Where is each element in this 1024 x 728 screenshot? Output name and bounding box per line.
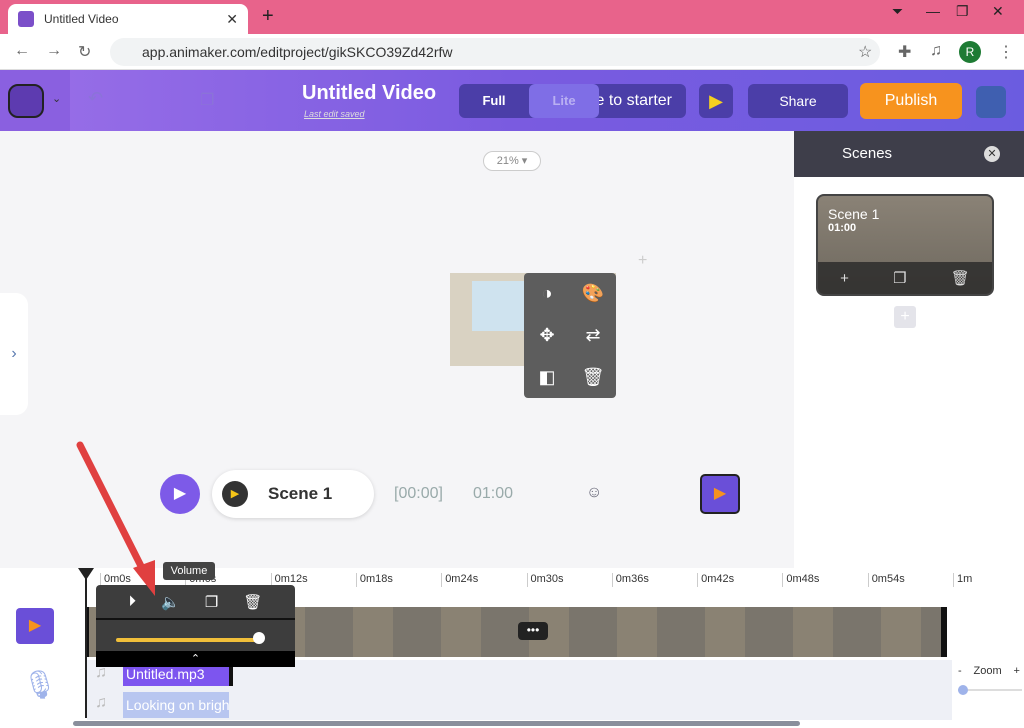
duplicate-icon[interactable]: ❐ xyxy=(200,90,214,110)
last-saved-link[interactable]: Last edit saved xyxy=(304,109,365,119)
scene-card[interactable]: Scene 1 01:00 + ❐ 🗑 xyxy=(816,194,994,296)
clip-options-popup: ⏵ 🔈 ❐ 🗑 ⌃ xyxy=(96,585,295,667)
mode-full[interactable]: Full xyxy=(459,84,529,118)
new-tab-button[interactable]: + xyxy=(262,5,274,28)
browser-tab-bar: Untitled Video ✕ + ⏷ — ❐ ✕ xyxy=(0,0,1024,34)
menu-icon[interactable]: ⋮ xyxy=(998,42,1014,62)
share-button[interactable]: Share xyxy=(748,84,848,118)
duplicate-icon[interactable]: ❐ xyxy=(893,269,906,287)
volume-slider-knob[interactable] xyxy=(252,632,265,644)
undo-icon[interactable]: ↶ xyxy=(88,88,103,109)
volume-slider[interactable] xyxy=(116,638,259,642)
element-context-menu: ◑ 🎨 ✥ ⇄ ◧ 🗑 xyxy=(524,273,616,398)
add-icon[interactable]: + xyxy=(638,252,647,270)
scene-player: ▶ Scene 1 xyxy=(212,470,374,518)
zoom-out-button[interactable]: - xyxy=(958,665,962,677)
minimize-button[interactable]: — xyxy=(926,3,940,19)
media-icon[interactable]: ♫ xyxy=(930,42,942,60)
character-icon[interactable]: ☺ xyxy=(586,484,602,502)
delete-icon[interactable]: 🗑 xyxy=(570,367,616,388)
audio-clip[interactable]: Looking on brigh xyxy=(123,692,229,718)
canvas-zoom-select[interactable]: 21% ▾ xyxy=(483,151,541,171)
preview-play-button[interactable]: ▶ xyxy=(699,84,733,118)
volume-icon[interactable]: 🔈 xyxy=(161,593,180,611)
animaker-favicon xyxy=(18,11,34,27)
volume-tooltip: Volume xyxy=(163,562,215,580)
timeline-tick: 0m30s xyxy=(526,573,564,587)
scene-play-icon[interactable]: ▶ xyxy=(222,481,248,507)
duplicate-icon[interactable]: ❐ xyxy=(205,593,218,611)
timeline-tick: 0m54s xyxy=(867,573,905,587)
more-options-button[interactable]: ••• xyxy=(518,622,548,640)
publish-button[interactable]: Publish xyxy=(860,83,962,119)
add-icon[interactable]: + xyxy=(840,270,849,287)
contrast-icon[interactable]: ◑ xyxy=(524,283,570,304)
microphone-icon[interactable]: 🎙 xyxy=(22,668,58,701)
delete-icon[interactable]: 🗑 xyxy=(951,269,970,287)
profile-avatar[interactable]: R xyxy=(959,41,981,63)
scene-name: Scene 1 xyxy=(268,484,333,503)
play-icon[interactable]: ⏵ xyxy=(129,593,137,610)
zoom-text: Zoom xyxy=(973,665,1002,677)
move-icon[interactable]: ✥ xyxy=(524,325,570,346)
total-time: 01:00 xyxy=(473,485,514,502)
music-note-icon: ♫ xyxy=(95,694,107,711)
audio-track: ♫ Looking on brigh xyxy=(87,690,952,720)
timeline: 0m0s0m6s0m12s0m18s0m24s0m30s0m36s0m42s0m… xyxy=(0,562,1024,728)
play-button[interactable]: ▶ xyxy=(160,474,200,514)
timeline-tick: 0m48s xyxy=(782,573,819,587)
bookmark-star-icon[interactable]: ☆ xyxy=(858,42,872,62)
timeline-tick: 0m18s xyxy=(355,573,393,587)
back-icon[interactable]: ← xyxy=(14,42,30,60)
close-icon[interactable]: ✕ xyxy=(984,146,1000,162)
mode-lite[interactable]: Lite xyxy=(529,84,599,118)
reload-icon[interactable]: ↻ xyxy=(78,42,91,62)
zoom-slider-knob[interactable] xyxy=(958,685,968,695)
zoom-label: - Zoom + xyxy=(958,665,1020,677)
scene-card-duration: 01:00 xyxy=(828,222,857,234)
forward-icon[interactable]: → xyxy=(46,42,62,60)
add-scene-button[interactable]: + xyxy=(894,306,916,328)
animaker-logo[interactable]: ⌄ xyxy=(0,70,70,131)
address-bar: ← → ↻ app.animaker.com/editproject/gikSK… xyxy=(0,34,1024,70)
collapse-icon[interactable]: ⌃ xyxy=(96,651,295,667)
horizontal-scrollbar[interactable] xyxy=(73,721,800,726)
timeline-tick: 0m36s xyxy=(611,573,649,587)
close-tab-icon[interactable]: ✕ xyxy=(226,11,238,28)
project-title[interactable]: Untitled Video xyxy=(302,82,436,105)
delete-icon[interactable]: 🗑 xyxy=(243,593,262,611)
app-header: ⌄ ↶ ❐ Untitled Video Last edit saved e t… xyxy=(0,70,1024,131)
extensions-icon[interactable]: ✚ xyxy=(898,42,911,62)
user-avatar[interactable] xyxy=(976,86,1006,118)
url-input[interactable]: app.animaker.com/editproject/gikSKCO39Zd… xyxy=(110,38,880,66)
timeline-tick: 0m24s xyxy=(441,573,478,587)
playhead[interactable] xyxy=(78,568,94,718)
color-palette-icon[interactable]: 🎨 xyxy=(570,283,616,304)
timeline-tick: 1m xyxy=(953,573,972,587)
swap-icon[interactable]: ⇄ xyxy=(570,325,616,346)
restore-button[interactable]: ❐ xyxy=(956,3,969,20)
scene-card-name: Scene 1 xyxy=(828,206,880,222)
profile-menu-icon[interactable]: ⏷ xyxy=(892,3,903,20)
tab-title: Untitled Video xyxy=(44,12,119,26)
zoom-in-button[interactable]: + xyxy=(1014,665,1020,677)
video-track-icon: ▶ xyxy=(16,608,54,644)
scenes-title: Scenes xyxy=(842,145,893,162)
current-time: [00:00] xyxy=(394,485,443,502)
timeline-tick: 0m42s xyxy=(697,573,734,587)
mode-toggle: Full Lite xyxy=(459,84,599,118)
video-icon[interactable]: ▶ xyxy=(700,474,740,514)
browser-tab[interactable]: Untitled Video ✕ xyxy=(8,4,248,34)
scenes-header: Scenes ✕ xyxy=(794,131,1024,177)
flip-icon[interactable]: ◧ xyxy=(524,367,570,388)
close-window-button[interactable]: ✕ xyxy=(992,3,1004,20)
expand-left-panel[interactable]: › xyxy=(0,293,28,415)
